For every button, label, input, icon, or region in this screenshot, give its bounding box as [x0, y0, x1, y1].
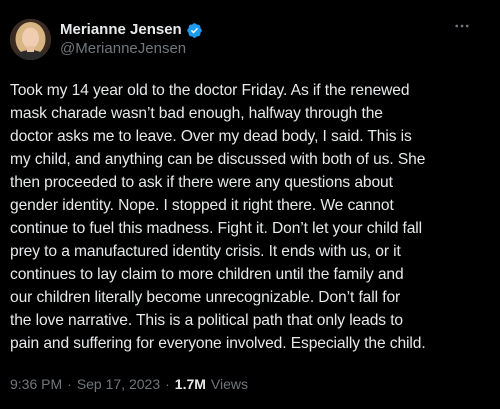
avatar[interactable]	[10, 19, 51, 60]
tweet-text-line: Took my 14 year old to the doctor Friday…	[10, 82, 410, 99]
author-display-name[interactable]: Merianne Jensen	[60, 21, 182, 39]
tweet-text-line: continue to fuel this madness. Fight it.…	[10, 220, 423, 237]
tweet-text-line: continues to lay claim to more children …	[10, 266, 404, 283]
tweet-text-line: pain and suffering for everyone involved…	[10, 335, 426, 352]
author-handle[interactable]: @MerianneJensen	[60, 40, 186, 58]
tweet-time[interactable]: 9:36 PM	[10, 375, 62, 393]
tweet-text-line: prey to a manufactured identity crisis. …	[10, 243, 401, 260]
views-count: 1.7M	[174, 376, 206, 392]
verified-badge-icon	[186, 22, 203, 39]
tweet-text-line: gender identity. Nope. I stopped it righ…	[10, 197, 394, 214]
tweet-text-line: then proceeded to ask if there were any …	[10, 174, 393, 191]
tweet-text-line: mask charade wasn’t bad enough, halfway …	[10, 105, 383, 122]
avatar-image	[10, 19, 51, 60]
meta-separator: ·	[67, 376, 72, 392]
tweet-text-line: the love narrative. This is a political …	[10, 312, 404, 329]
more-options-icon[interactable]	[452, 16, 472, 36]
meta-separator: ·	[165, 376, 170, 392]
tweet-date[interactable]: Sep 17, 2023	[77, 375, 160, 393]
tweet-card: Merianne Jensen @MerianneJensen Took my …	[0, 0, 500, 409]
author-name-row: Merianne Jensen	[60, 21, 203, 39]
tweet-text-line: my child, and anything can be discussed …	[10, 151, 426, 168]
tweet-meta: 9:36 PM · Sep 17, 2023 · 1.7M Views	[10, 375, 248, 393]
tweet-text-line: doctor asks me to leave. Over my dead bo…	[10, 128, 412, 145]
tweet-text: Took my 14 year old to the doctor Friday…	[10, 79, 494, 355]
tweet-text-line: our children literally become unrecogniz…	[10, 289, 401, 306]
views-label: Views	[210, 376, 248, 392]
